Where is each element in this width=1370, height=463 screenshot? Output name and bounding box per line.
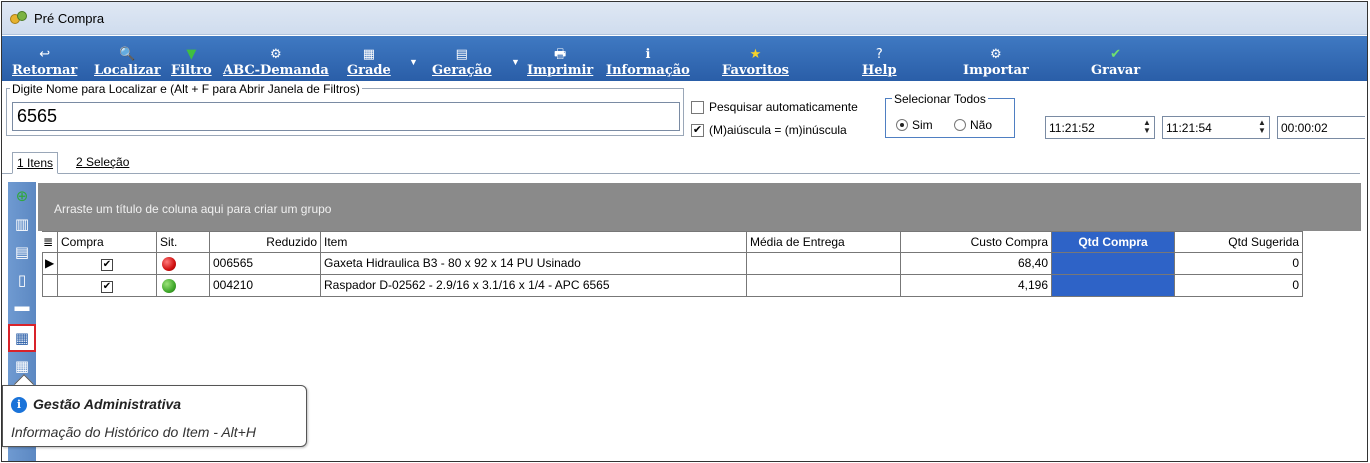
col-item[interactable]: Item xyxy=(321,231,747,253)
qtd-sugerida-cell[interactable]: 0 xyxy=(1175,275,1303,297)
tab-selecao[interactable]: 2 Seleção xyxy=(72,152,133,174)
row-indicator-icon: ▶ xyxy=(42,253,58,275)
select-all-legend: Selecionar Todos xyxy=(892,92,988,106)
printer-icon: 🖶 xyxy=(553,47,567,62)
grade-dropdown-arrow[interactable]: ▼ xyxy=(409,57,418,67)
compra-cell[interactable]: ✔ xyxy=(58,275,157,297)
trash-icon[interactable]: ▥ xyxy=(12,214,32,234)
copy-icon[interactable]: ▤ xyxy=(12,242,32,262)
abc-demanda-button[interactable]: ⚙ ABC-Demanda xyxy=(223,36,329,81)
checkmark-icon: ✔ xyxy=(1110,47,1122,62)
custo-cell[interactable]: 4,196 xyxy=(901,275,1052,297)
compra-cell[interactable]: ✔ xyxy=(58,253,157,275)
spinner-icon[interactable]: ▲ ▼ xyxy=(1142,119,1152,135)
col-compra[interactable]: Compra xyxy=(58,231,157,253)
grid-icon: ▦ xyxy=(362,47,376,62)
media-cell[interactable] xyxy=(747,275,901,297)
item-history-icon[interactable]: ▦ xyxy=(8,324,36,352)
item-cell[interactable]: Gaxeta Hidraulica B3 - 80 x 92 x 14 PU U… xyxy=(321,253,747,275)
col-reduzido[interactable]: Reduzido xyxy=(210,231,321,253)
page-icon[interactable]: ▯ xyxy=(12,270,32,290)
start-time-field[interactable]: 11:21:52 ▲ ▼ xyxy=(1045,116,1155,139)
retornar-button[interactable]: ↩ Retornar xyxy=(12,36,77,81)
help-icon: ? xyxy=(875,47,883,62)
importar-button[interactable]: ⚙ Importar xyxy=(963,36,1029,81)
spinner-icon[interactable]: ▲ ▼ xyxy=(1257,119,1267,135)
column-chooser-icon[interactable]: ≣ xyxy=(42,231,58,253)
col-qtd-compra[interactable]: Qtd Compra xyxy=(1052,231,1175,253)
qtd-compra-cell[interactable] xyxy=(1052,275,1175,297)
col-media-entrega[interactable]: Média de Entrega xyxy=(747,231,901,253)
filtro-button[interactable]: ▼ Filtro xyxy=(171,36,212,81)
localizar-button[interactable]: 🔍 Localizar xyxy=(94,36,161,81)
imprimir-button[interactable]: 🖶 Imprimir xyxy=(527,36,593,81)
favoritos-button[interactable]: ★ Favoritos xyxy=(722,36,789,81)
gear-icon: ⚙ xyxy=(990,47,1002,62)
tabs-divider xyxy=(2,173,1360,174)
filter-icon: ▼ xyxy=(186,47,197,62)
grid-header: ≣ Compra Sit. Reduzido Item Média de Ent… xyxy=(42,231,1303,253)
search-legend: Digite Nome para Localizar e (Alt + F pa… xyxy=(10,82,362,96)
col-sit[interactable]: Sit. xyxy=(157,231,210,253)
tooltip-title: Gestão Administrativa xyxy=(33,396,182,412)
grade-button[interactable]: ▦ Grade xyxy=(347,36,391,81)
auto-search-checkbox[interactable]: Pesquisar automaticamente xyxy=(691,100,858,114)
qtd-compra-cell[interactable] xyxy=(1052,253,1175,275)
checkmark-icon[interactable]: ✔ xyxy=(101,259,113,271)
add-icon[interactable]: ⊕ xyxy=(12,186,32,206)
col-qtd-sugerida[interactable]: Qtd Sugerida xyxy=(1175,231,1303,253)
group-by-area[interactable]: Arraste um título de coluna aqui para cr… xyxy=(38,183,1361,231)
document-icon: ▤ xyxy=(455,47,468,62)
table-row[interactable]: ✔ 004210 Raspador D-02562 - 2.9/16 x 3.1… xyxy=(42,275,1303,297)
reduzido-cell[interactable]: 006565 xyxy=(210,253,321,275)
help-button[interactable]: ? Help xyxy=(862,36,897,81)
star-icon: ★ xyxy=(749,47,762,62)
select-all-yes-radio[interactable]: Sim xyxy=(896,118,933,132)
item-cell[interactable]: Raspador D-02562 - 2.9/16 x 3.1/16 x 1/4… xyxy=(321,275,747,297)
custo-cell[interactable]: 68,40 xyxy=(901,253,1052,275)
pre-compra-window: Pré Compra ↩ Retornar 🔍 Localizar ▼ Filt… xyxy=(1,1,1368,462)
status-red-icon xyxy=(162,257,176,271)
app-icon xyxy=(10,11,28,25)
window-title: Pré Compra xyxy=(34,10,105,26)
gravar-button[interactable]: ✔ Gravar xyxy=(1091,36,1140,81)
reduzido-cell[interactable]: 004210 xyxy=(210,275,321,297)
col-custo-compra[interactable]: Custo Compra xyxy=(901,231,1052,253)
grid-edit-icon[interactable]: ▦ xyxy=(12,356,32,376)
geracao-button[interactable]: ▤ Geração xyxy=(432,36,492,81)
tab-itens[interactable]: 1 Itens xyxy=(12,152,59,174)
search-icon: 🔍 xyxy=(119,47,136,62)
info-icon: ℹ xyxy=(645,47,651,62)
informacao-button[interactable]: ℹ Informação xyxy=(606,36,690,81)
elapsed-time-field[interactable]: 00:00:02 xyxy=(1277,116,1365,139)
printer-icon[interactable]: ▬ xyxy=(12,296,32,316)
qtd-sugerida-cell[interactable]: 0 xyxy=(1175,253,1303,275)
checkmark-icon: ✔ xyxy=(691,123,704,137)
search-input[interactable]: 6565 xyxy=(12,102,680,131)
table-row[interactable]: ▶ ✔ 006565 Gaxeta Hidraulica B3 - 80 x 9… xyxy=(42,253,1303,275)
media-cell[interactable] xyxy=(747,253,901,275)
row-indicator xyxy=(42,275,58,297)
end-time-field[interactable]: 11:21:54 ▲ ▼ xyxy=(1162,116,1270,139)
status-green-icon xyxy=(162,279,176,293)
main-toolbar: ↩ Retornar 🔍 Localizar ▼ Filtro ⚙ ABC-De… xyxy=(2,36,1367,81)
tooltip-text: Informação do Histórico do Item - Alt+H xyxy=(11,424,256,440)
history-tooltip: i Gestão Administrativa Informação do Hi… xyxy=(2,385,307,447)
return-icon: ↩ xyxy=(39,47,51,62)
status-cell xyxy=(157,275,210,297)
geracao-dropdown-arrow[interactable]: ▼ xyxy=(511,57,520,67)
select-all-no-radio[interactable]: Não xyxy=(954,118,992,132)
gear-icon: ⚙ xyxy=(270,47,282,62)
status-cell xyxy=(157,253,210,275)
checkmark-icon[interactable]: ✔ xyxy=(101,281,113,293)
case-insensitive-checkbox[interactable]: ✔ (M)aiúscula = (m)inúscula xyxy=(691,123,847,137)
title-bar: Pré Compra xyxy=(2,2,1367,35)
info-icon: i xyxy=(11,397,27,413)
